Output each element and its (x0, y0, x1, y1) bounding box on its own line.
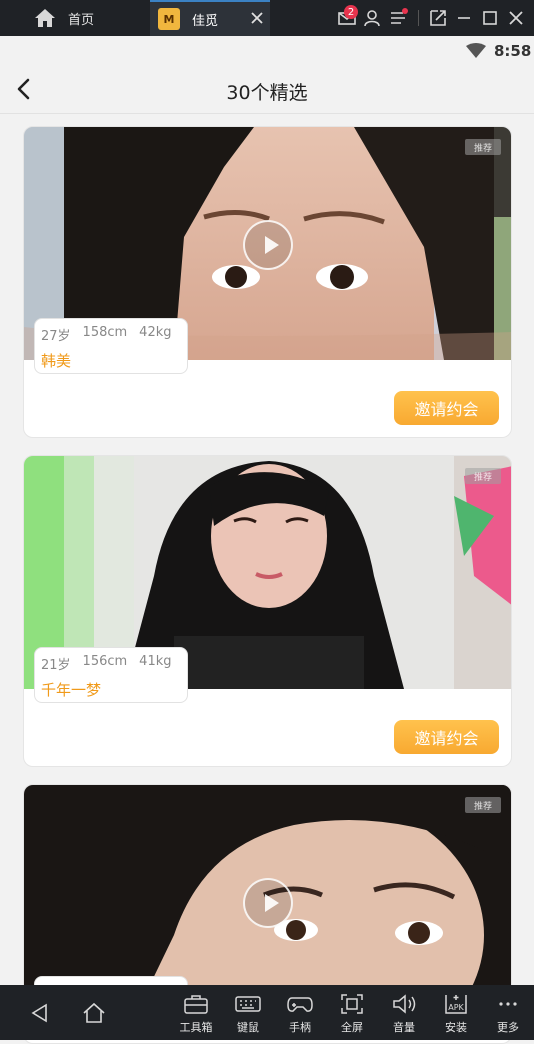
fullscreen-label: 全屏 (341, 1021, 363, 1034)
keyboard-mouse-button[interactable]: 键鼠 (226, 993, 270, 1035)
more-label: 更多 (497, 1021, 519, 1034)
install-apk-icon: APK (445, 995, 467, 1014)
invite-date-button[interactable]: 邀请约会 (394, 391, 499, 425)
keyboard-mouse-label: 键鼠 (237, 1021, 259, 1034)
apk-icon-text: APK (448, 1003, 464, 1012)
maximize-icon[interactable] (480, 8, 500, 28)
home-icon (35, 9, 55, 27)
gamepad-icon (287, 997, 313, 1012)
profile-age: 27岁 (41, 329, 71, 344)
gamepad-button[interactable]: 手柄 (278, 993, 322, 1035)
shrink-window-icon[interactable] (428, 8, 448, 28)
play-video-icon[interactable] (243, 878, 293, 928)
recommend-tag: 推荐 (465, 468, 501, 484)
gamepad-label: 手柄 (289, 1021, 311, 1034)
profile-name: 千年一梦 (41, 681, 102, 699)
status-bar (0, 36, 534, 66)
app-tab[interactable]: M 佳觅 (150, 0, 270, 36)
back-nav-icon[interactable] (28, 1001, 52, 1025)
more-icon (499, 1002, 517, 1006)
recommend-tag: 推荐 (465, 139, 501, 155)
profile-height: 158cm (82, 325, 128, 340)
play-video-icon[interactable] (243, 220, 293, 270)
profile-weight: 41kg (139, 654, 172, 669)
emulator-toolbar: 工具箱 键鼠 手柄 全屏 音量 APK 安装 更多 (0, 985, 534, 1040)
profile-height: 156cm (82, 654, 128, 669)
fullscreen-button[interactable]: 全屏 (330, 993, 374, 1035)
profile-info: 27岁 158cm 42kg 韩美 (34, 318, 188, 374)
profile-age: 21岁 (41, 658, 71, 673)
profile-card[interactable]: 推荐 27岁 158cm 42kg 韩美 邀请约会 (23, 126, 512, 438)
home-tab-label: 首页 (68, 12, 95, 28)
profile-name: 韩美 (41, 352, 72, 370)
profile-weight: 42kg (139, 325, 172, 340)
minimize-icon[interactable] (454, 8, 474, 28)
volume-icon (393, 994, 416, 1014)
divider (418, 10, 419, 26)
app-tab-label: 佳觅 (192, 13, 219, 29)
status-time: 8:58 (494, 42, 532, 60)
toolbox-button[interactable]: 工具箱 (174, 993, 218, 1035)
profile-card[interactable]: 推荐 21岁 156cm 41kg 千年一梦 邀请约会 (23, 455, 512, 767)
keyboard-icon (235, 996, 261, 1012)
app-header: 30个精选 (0, 66, 534, 114)
close-tab-icon[interactable] (250, 11, 264, 25)
close-window-icon[interactable] (506, 8, 526, 28)
user-icon[interactable] (362, 8, 382, 28)
recommend-tag: 推荐 (465, 797, 501, 813)
mail-badge: 2 (344, 5, 358, 19)
invite-date-button[interactable]: 邀请约会 (394, 720, 499, 754)
fullscreen-icon (341, 994, 363, 1014)
more-button[interactable]: 更多 (486, 993, 530, 1035)
home-tab[interactable]: 首页 (34, 6, 94, 30)
profile-info: 21岁 156cm 41kg 千年一梦 (34, 647, 188, 703)
menu-notification-dot (402, 8, 408, 14)
emulator-title-bar: 首页 M 佳觅 2 (0, 0, 534, 36)
page-title: 30个精选 (226, 82, 308, 104)
install-apk-label: 安装 (445, 1021, 467, 1034)
volume-label: 音量 (393, 1021, 415, 1034)
toolbox-icon (184, 995, 208, 1014)
install-apk-button[interactable]: APK 安装 (434, 993, 478, 1035)
toolbox-label: 工具箱 (179, 1021, 213, 1034)
app-tab-icon: M (158, 8, 180, 30)
volume-button[interactable]: 音量 (382, 993, 426, 1035)
home-nav-icon[interactable] (82, 1001, 106, 1025)
wifi-icon (466, 43, 486, 58)
